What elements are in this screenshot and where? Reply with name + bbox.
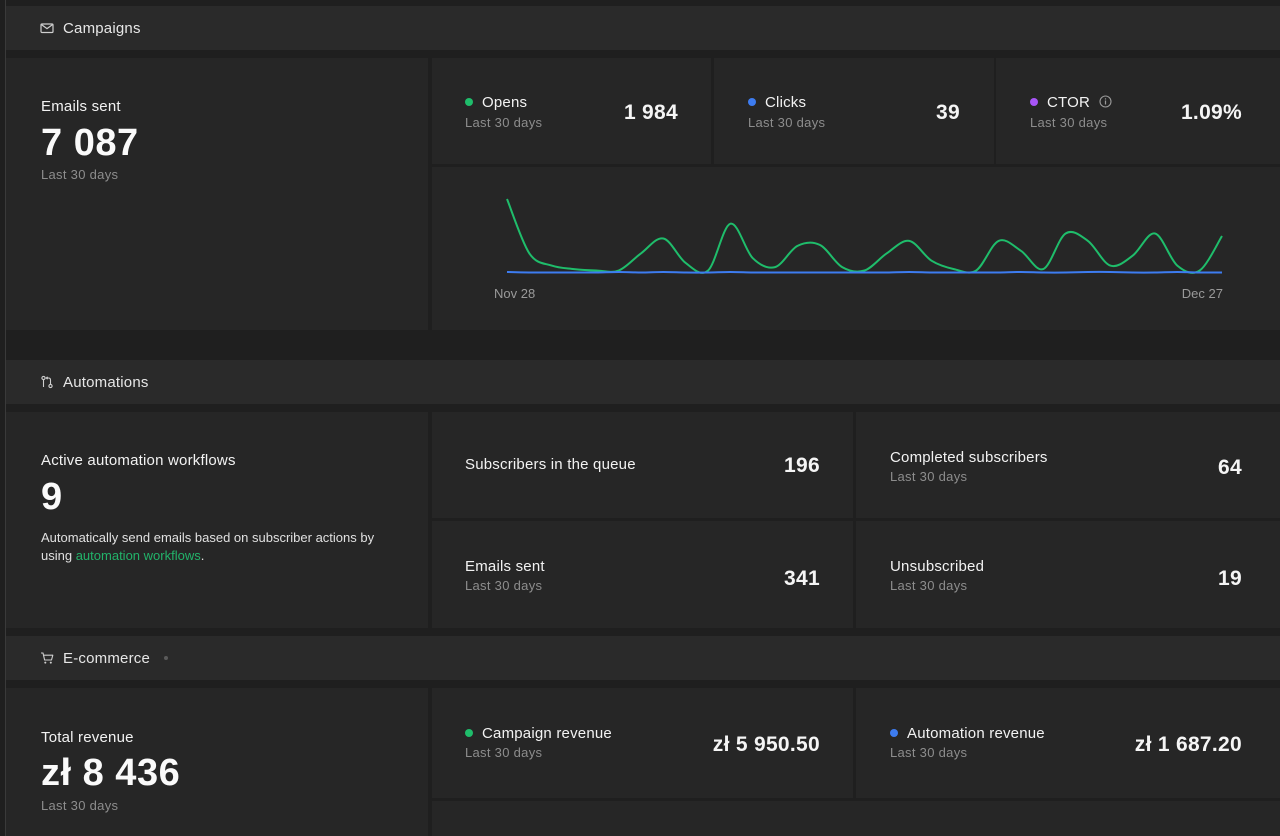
status-dot bbox=[164, 656, 169, 660]
auto-emails-sent-period: Last 30 days bbox=[465, 578, 543, 593]
ctor-label: CTOR bbox=[1047, 94, 1091, 111]
automation-revenue-value: zł 1 687.20 bbox=[1134, 733, 1242, 756]
campaign-revenue-label: Campaign revenue bbox=[482, 725, 612, 742]
completed-label: Completed subscribers bbox=[890, 449, 1048, 466]
opens-series-line bbox=[506, 198, 1223, 274]
campaign-revenue-value: zł 5 950.50 bbox=[712, 733, 820, 756]
unsubscribed-period: Last 30 days bbox=[890, 578, 968, 593]
campaign-revenue-metric: Campaign revenue Last 30 days zł 5 950.5… bbox=[432, 688, 853, 798]
automation-workflows-link[interactable]: automation workflows bbox=[76, 548, 201, 563]
workflow-icon bbox=[40, 375, 54, 389]
opens-period: Last 30 days bbox=[465, 115, 543, 130]
opens-dot bbox=[465, 98, 473, 106]
chart-plot: Nov 28 Dec 27 bbox=[494, 198, 1223, 301]
campaigns-header: Campaigns bbox=[6, 6, 1280, 50]
emails-sent-label: Emails sent bbox=[41, 98, 121, 115]
cart-icon bbox=[40, 651, 54, 665]
completed-value: 64 bbox=[1218, 456, 1242, 479]
active-workflows-description: Automatically send emails based on subsc… bbox=[41, 529, 401, 564]
completed-metric: Completed subscribers Last 30 days 64 bbox=[856, 412, 1280, 518]
clicks-label: Clicks bbox=[765, 94, 807, 111]
x-tick-start: Nov 28 bbox=[494, 286, 535, 301]
total-revenue-card: Total revenue zł 8 436 Last 30 days bbox=[6, 688, 428, 836]
campaign-revenue-dot bbox=[465, 729, 473, 737]
automations-header: Automations bbox=[6, 360, 1280, 404]
queue-value: 196 bbox=[784, 454, 820, 477]
clicks-value: 39 bbox=[936, 101, 960, 124]
clicks-series-line bbox=[506, 270, 1223, 274]
mail-icon bbox=[40, 21, 54, 35]
auto-emails-sent-value: 341 bbox=[784, 567, 820, 590]
automation-revenue-label: Automation revenue bbox=[907, 725, 1045, 742]
section-title: Campaigns bbox=[63, 19, 141, 37]
unsubscribed-metric: Unsubscribed Last 30 days 19 bbox=[856, 521, 1280, 628]
clicks-dot bbox=[748, 98, 756, 106]
emails-sent-card: Emails sent 7 087 Last 30 days bbox=[6, 58, 428, 330]
active-workflows-value: 9 bbox=[41, 476, 63, 518]
ctor-value: 1.09% bbox=[1180, 101, 1242, 124]
completed-period: Last 30 days bbox=[890, 469, 968, 484]
total-revenue-label: Total revenue bbox=[41, 729, 134, 746]
automation-revenue-period: Last 30 days bbox=[890, 745, 968, 760]
active-workflows-card: Active automation workflows 9 Automatica… bbox=[6, 412, 428, 628]
automation-revenue-metric: Automation revenue Last 30 days zł 1 687… bbox=[856, 688, 1280, 798]
section-title: Automations bbox=[63, 373, 149, 391]
emails-sent-value: 7 087 bbox=[41, 122, 139, 164]
total-revenue-period: Last 30 days bbox=[41, 798, 119, 813]
ctor-metric: CTOR Last 30 days 1.09% bbox=[996, 58, 1280, 164]
active-workflows-label: Active automation workflows bbox=[41, 452, 236, 469]
campaign-revenue-period: Last 30 days bbox=[465, 745, 543, 760]
ctor-period: Last 30 days bbox=[1030, 115, 1108, 130]
auto-emails-sent-label: Emails sent bbox=[465, 558, 545, 575]
ctor-dot bbox=[1030, 98, 1038, 106]
info-icon[interactable] bbox=[1099, 95, 1112, 112]
opens-label: Opens bbox=[482, 94, 528, 111]
queue-label: Subscribers in the queue bbox=[465, 456, 636, 473]
opens-value: 1 984 bbox=[623, 101, 678, 124]
x-tick-end: Dec 27 bbox=[1182, 286, 1223, 301]
automation-revenue-dot bbox=[890, 729, 898, 737]
auto-emails-sent-metric: Emails sent Last 30 days 341 bbox=[432, 521, 853, 628]
unsubscribed-value: 19 bbox=[1218, 567, 1242, 590]
queue-metric: Subscribers in the queue 196 bbox=[432, 412, 853, 518]
emails-sent-period: Last 30 days bbox=[41, 167, 119, 182]
clicks-period: Last 30 days bbox=[748, 115, 826, 130]
ecommerce-footer-cell bbox=[432, 801, 1280, 836]
description-end: . bbox=[200, 547, 205, 563]
total-revenue-value: zł 8 436 bbox=[41, 752, 181, 794]
ecommerce-header: E-commerce bbox=[6, 636, 1280, 680]
opens-metric: Opens Last 30 days 1 984 bbox=[432, 58, 711, 164]
section-title: E-commerce bbox=[63, 649, 151, 667]
campaign-chart: Nov 28 Dec 27 bbox=[432, 167, 1280, 330]
unsubscribed-label: Unsubscribed bbox=[890, 558, 985, 575]
clicks-metric: Clicks Last 30 days 39 bbox=[714, 58, 994, 164]
